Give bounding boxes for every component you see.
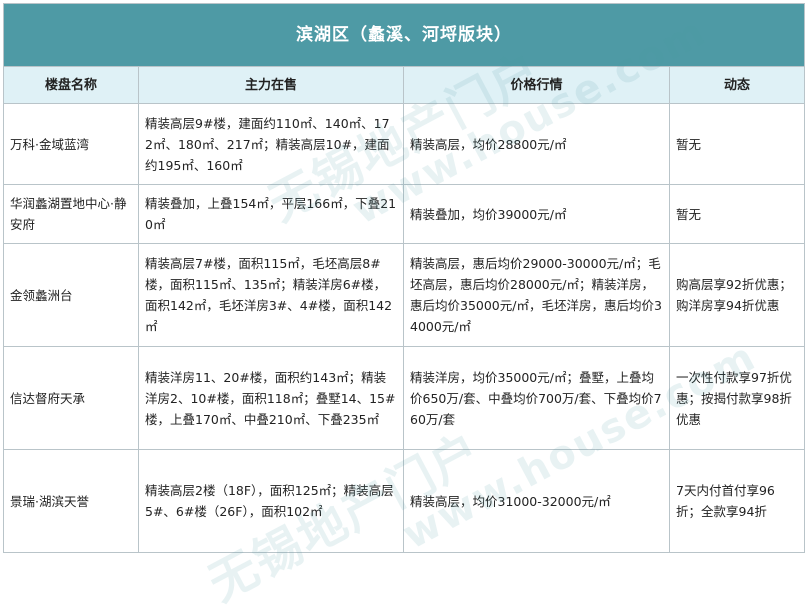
main-supply: 精装高层2楼（18F），面积125㎡；精装高层5#、6#楼（26F），面积102… <box>138 449 404 553</box>
main-supply: 精装高层7#楼，面积115㎡，毛坯高层8#楼，面积115㎡、135㎡；精装洋房6… <box>138 243 404 347</box>
column-header-price: 价格行情 <box>403 66 670 104</box>
column-header-name: 楼盘名称 <box>3 66 139 104</box>
price-table: 滨湖区（蠡溪、河埒版块） 楼盘名称 主力在售 价格行情 动态 万科·金域蓝湾 精… <box>3 3 805 553</box>
table-row: 万科·金域蓝湾 精装高层9#楼，建面约110㎡、140㎡、172㎡、180㎡、2… <box>3 103 805 185</box>
price-info: 精装洋房，均价35000元/㎡；叠墅，上叠均价650万/套、中叠均价700万/套… <box>403 346 670 450</box>
column-header-supply: 主力在售 <box>138 66 404 104</box>
project-name: 万科·金域蓝湾 <box>3 103 139 185</box>
project-name: 金领蠡洲台 <box>3 243 139 347</box>
table-row: 金领蠡洲台 精装高层7#楼，面积115㎡，毛坯高层8#楼，面积115㎡、135㎡… <box>3 243 805 347</box>
sales-news: 7天内付首付享96折；全款享94折 <box>669 449 805 553</box>
table-title-row: 滨湖区（蠡溪、河埒版块） <box>3 3 805 67</box>
table-row: 华润蠡湖置地中心·静安府 精装叠加，上叠154㎡，平层166㎡，下叠210㎡ 精… <box>3 184 805 244</box>
sales-news: 暂无 <box>669 103 805 185</box>
price-info: 精装叠加，均价39000元/㎡ <box>403 184 670 244</box>
sales-news: 购高层享92折优惠；购洋房享94折优惠 <box>669 243 805 347</box>
table-row: 信达督府天承 精装洋房11、20#楼，面积约143㎡；精装洋房2、10#楼，面积… <box>3 346 805 450</box>
table-row: 景瑞·湖滨天誉 精装高层2楼（18F），面积125㎡；精装高层5#、6#楼（26… <box>3 449 805 553</box>
price-info: 精装高层，惠后均价29000-30000元/㎡；毛坯高层，惠后均价28000元/… <box>403 243 670 347</box>
project-name: 景瑞·湖滨天誉 <box>3 449 139 553</box>
price-table-container: 滨湖区（蠡溪、河埒版块） 楼盘名称 主力在售 价格行情 动态 万科·金域蓝湾 精… <box>3 3 805 613</box>
project-name: 华润蠡湖置地中心·静安府 <box>3 184 139 244</box>
main-supply: 精装高层9#楼，建面约110㎡、140㎡、172㎡、180㎡、217㎡；精装高层… <box>138 103 404 185</box>
sales-news: 暂无 <box>669 184 805 244</box>
column-header-row: 楼盘名称 主力在售 价格行情 动态 <box>3 66 805 104</box>
table-title: 滨湖区（蠡溪、河埒版块） <box>3 3 805 67</box>
sales-news: 一次性付款享97折优惠；按揭付款享98折优惠 <box>669 346 805 450</box>
price-info: 精装高层，均价28800元/㎡ <box>403 103 670 185</box>
price-info: 精装高层，均价31000-32000元/㎡ <box>403 449 670 553</box>
main-supply: 精装叠加，上叠154㎡，平层166㎡，下叠210㎡ <box>138 184 404 244</box>
column-header-news: 动态 <box>669 66 805 104</box>
project-name: 信达督府天承 <box>3 346 139 450</box>
main-supply: 精装洋房11、20#楼，面积约143㎡；精装洋房2、10#楼，面积118㎡；叠墅… <box>138 346 404 450</box>
